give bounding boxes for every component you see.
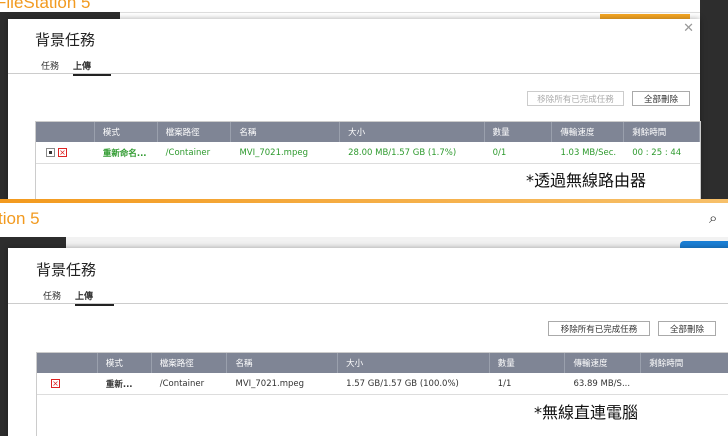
upload-table: 模式 檔案路徑 名稱 大小 數量 傳輸速度 剩餘時間 × 重新... /Container MVI… <box>36 352 728 436</box>
annotation-note: *無線直連電腦 <box>534 403 639 422</box>
close-icon[interactable]: ✕ <box>683 21 694 36</box>
background-tasks-dialog: 背景任務 任務 上傳 移除所有已完成任務 全部刪除 模式 檔案路徑 名稱 大小 數量 傳輸… <box>8 248 728 436</box>
column-header-speed[interactable]: 傳輸速度 <box>565 353 642 373</box>
column-header-name[interactable]: 名稱 <box>227 353 339 373</box>
column-header-remaining[interactable]: 剩餘時間 <box>624 122 700 142</box>
cell-remaining: 00 : 25 : 44 <box>632 147 682 158</box>
background-tasks-dialog: ✕ 背景任務 任務 上傳 移除所有已完成任務 全部刪除 模式 檔案路徑 名稱 大小 數量… <box>8 19 701 199</box>
column-header-mode[interactable]: 模式 <box>98 353 152 373</box>
table-row[interactable]: × 重新命名... /Container MVI_7021.mpeg 28.00 MB/… <box>36 142 700 164</box>
search-icon[interactable]: ⌕ <box>709 209 717 227</box>
column-header-remaining[interactable]: 剩餘時間 <box>641 353 728 373</box>
column-header-actions[interactable] <box>36 122 95 142</box>
dialog-title: 背景任務 <box>35 31 96 49</box>
remove-completed-button[interactable]: 移除所有已完成任務 <box>548 321 650 336</box>
delete-all-button[interactable]: 全部刪除 <box>632 91 690 106</box>
screenshot-direct-wireless: tion 5 ⌕ 背景任務 任務 上傳 移除所有已完成任務 全部刪除 模式 檔案路… <box>0 203 728 436</box>
delete-all-button[interactable]: 全部刪除 <box>658 321 716 336</box>
cell-mode: 重新命名... <box>102 148 147 159</box>
row-actions: × <box>36 142 95 163</box>
cell-size: 28.00 MB/1.57 GB (1.7%) <box>348 147 457 158</box>
annotation-note: *透過無線路由器 <box>526 171 647 190</box>
stop-icon[interactable] <box>46 148 55 157</box>
column-header-mode[interactable]: 模式 <box>95 122 158 142</box>
cell-path: /Container <box>165 147 211 158</box>
cell-size: 1.57 GB/1.57 GB (100.0%) <box>346 378 459 389</box>
column-header-path[interactable]: 檔案路徑 <box>152 353 228 373</box>
row-actions: × <box>37 373 98 394</box>
column-header-size[interactable]: 大小 <box>338 353 490 373</box>
column-header-size[interactable]: 大小 <box>340 122 485 142</box>
table-row[interactable]: × 重新... /Container MVI_7021.mpeg 1.57 GB/1.5… <box>37 373 728 395</box>
cell-count: 0/1 <box>492 147 507 158</box>
dialog-title: 背景任務 <box>36 261 97 279</box>
column-header-actions[interactable] <box>37 353 98 373</box>
cancel-icon[interactable]: × <box>58 148 67 157</box>
tab-tasks[interactable]: 任務 <box>41 59 59 72</box>
cell-remaining <box>641 373 728 394</box>
column-header-count[interactable]: 數量 <box>485 122 553 142</box>
cell-name: MVI_7021.mpeg <box>235 378 305 389</box>
cell-speed: 63.89 MB/S... <box>573 378 631 389</box>
app-name: tion 5 <box>0 209 40 228</box>
column-header-count[interactable]: 數量 <box>490 353 566 373</box>
remove-completed-button[interactable]: 移除所有已完成任務 <box>527 91 624 106</box>
column-header-name[interactable]: 名稱 <box>231 122 341 142</box>
screenshot-wireless-router: FileStation 5 ✕ 背景任務 任務 上傳 移除所有已完成任務 全部刪… <box>0 0 728 199</box>
column-header-speed[interactable]: 傳輸速度 <box>552 122 625 142</box>
cell-speed: 1.03 MB/Sec. <box>560 147 617 158</box>
cell-name: MVI_7021.mpeg <box>239 147 308 158</box>
cancel-icon[interactable]: × <box>51 379 60 388</box>
tab-tasks[interactable]: 任務 <box>43 289 61 302</box>
cell-path: /Container <box>159 378 205 389</box>
cell-mode: 重新... <box>105 379 133 390</box>
cell-count: 1/1 <box>497 378 512 389</box>
column-header-path[interactable]: 檔案路徑 <box>158 122 232 142</box>
